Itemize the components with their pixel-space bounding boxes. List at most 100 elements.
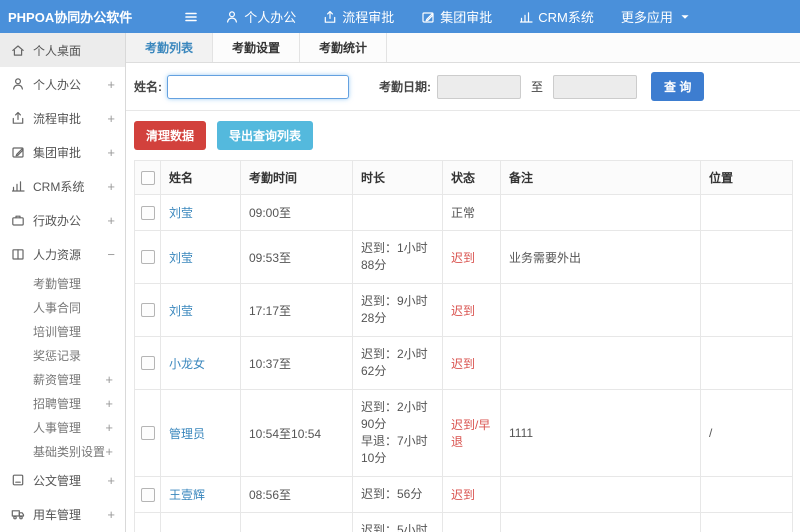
location-cell (700, 476, 793, 513)
export-list-button[interactable]: 导出查询列表 (217, 121, 314, 150)
expander-toggle[interactable]: − (107, 247, 115, 262)
sidebar-item-doc-mgmt[interactable]: 公文管理 + (0, 463, 125, 497)
expander-toggle[interactable]: + (105, 420, 113, 435)
sidebar-item-admin-office[interactable]: 行政办公 + (0, 203, 125, 237)
sidebar-subitem-label: 奖惩记录 (33, 348, 82, 363)
select-all-checkbox[interactable] (140, 170, 155, 185)
chart-icon (519, 10, 533, 24)
employee-name-link[interactable]: 管理员 (169, 427, 205, 441)
top-nav-crm-system[interactable]: CRM系统 (519, 7, 594, 26)
sidebar-item-label: 人力资源 (33, 247, 82, 262)
expander-toggle[interactable]: + (107, 473, 115, 488)
main-content: 考勤列表 考勤设置 考勤统计 姓名: 考勤日期: 至 查 询 清理数据 导出查询列表… (126, 33, 800, 532)
location-cell (700, 194, 793, 231)
expander-toggle[interactable]: + (105, 396, 113, 411)
sidebar-item-vehicle-mgmt[interactable]: 用车管理 + (0, 497, 125, 531)
edit-icon (10, 145, 25, 159)
column-header: 考勤时间 (240, 160, 353, 195)
top-nav-group-approval[interactable]: 集团审批 (421, 7, 492, 26)
expander-toggle[interactable]: + (107, 213, 115, 228)
page-layout: 个人桌面 个人办公 + 流程审批 + 集团审批 + CRM系统 + 行政办公 + 人力资源 − 考勤管理人… (0, 33, 800, 532)
table-row: 小龙女 10:37至 迟到：2小时62分 迟到 (134, 336, 793, 390)
remark-cell (500, 476, 701, 513)
sidebar-subitem-recruit-mgmt[interactable]: 招聘管理 + (0, 391, 125, 415)
clean-data-button[interactable]: 清理数据 (134, 121, 207, 150)
employee-name-link[interactable]: 刘莹 (169, 304, 193, 318)
attendance-time-cell: 10:37至 (240, 336, 353, 390)
duration-line: 迟到：1小时88分 (361, 241, 428, 272)
sidebar-item-personal-desktop[interactable]: 个人桌面 (0, 33, 125, 67)
row-checkbox[interactable] (140, 487, 155, 502)
top-nav-workflow-approval[interactable]: 流程审批 (323, 7, 394, 26)
row-checkbox[interactable] (140, 356, 155, 371)
date-to-input[interactable] (553, 74, 638, 99)
expander-toggle[interactable]: + (107, 77, 115, 92)
sidebar-subitem-salary-mgmt[interactable]: 薪资管理 + (0, 367, 125, 391)
top-nav-label: 流程审批 (342, 10, 395, 25)
sidebar-subitem-base-category-settings[interactable]: 基础类别设置 + (0, 439, 125, 463)
row-checkbox[interactable] (140, 303, 155, 318)
status-badge: 迟到 (451, 303, 476, 318)
duration-cell: 迟到：2小时90分 早退：7小时10分 (352, 389, 443, 477)
duration-line: 迟到：2小时90分 (361, 400, 428, 431)
to-label: 至 (531, 80, 544, 94)
employee-name-link[interactable]: 小龙女 (169, 357, 205, 371)
sidebar-item-label: 流程审批 (33, 111, 82, 126)
tab-attendance-list[interactable]: 考勤列表 (126, 33, 214, 62)
sidebar-item-label: 公文管理 (33, 473, 82, 488)
top-nav: 个人办公 流程审批 集团审批 CRM系统 更多应用 (198, 7, 692, 26)
column-header: 时长 (352, 160, 443, 195)
home-icon (10, 43, 25, 57)
sidebar-item-workflow-approval[interactable]: 流程审批 + (0, 101, 125, 135)
topbar: PHPOA协同办公软件 个人办公 流程审批 集团审批 CRM系统 更多应用 (0, 0, 800, 33)
share-icon (323, 10, 337, 24)
tab-attendance-settings[interactable]: 考勤设置 (213, 33, 301, 62)
date-from-input[interactable] (437, 74, 521, 99)
sidebar-subitem-training-mgmt[interactable]: 培训管理 (0, 319, 125, 343)
row-checkbox[interactable] (140, 250, 155, 265)
employee-name-link[interactable]: 王壹辉 (169, 488, 205, 502)
tab-bar: 考勤列表 考勤设置 考勤统计 (126, 33, 800, 63)
column-header: 位置 (700, 160, 793, 195)
sidebar-subitem-reward-punish-records[interactable]: 奖惩记录 (0, 343, 125, 367)
expander-toggle[interactable]: + (107, 179, 115, 194)
sidebar-item-group-approval[interactable]: 集团审批 + (0, 135, 125, 169)
attendance-time-cell: 09:53至 (240, 230, 353, 284)
row-checkbox[interactable] (140, 426, 155, 441)
expander-toggle[interactable]: + (107, 111, 115, 126)
sidebar-subitem-hr-contract[interactable]: 人事合同 (0, 295, 125, 319)
attendance-time-cell: 17:17至 (240, 283, 353, 337)
sidebar-item-crm-system[interactable]: CRM系统 + (0, 169, 125, 203)
location-cell (700, 283, 793, 337)
top-nav-more-apps[interactable]: 更多应用 (621, 7, 692, 26)
name-input[interactable] (167, 74, 349, 99)
remark-cell: 1111 (500, 389, 701, 477)
sidebar-subitem-attendance-mgmt[interactable]: 考勤管理 (0, 271, 125, 295)
status-badge: 迟到 (451, 356, 476, 371)
expander-toggle[interactable]: + (105, 372, 113, 387)
expander-toggle[interactable]: + (107, 507, 115, 522)
status-badge: 迟到 (451, 488, 476, 502)
user-icon (10, 77, 25, 91)
tab-attendance-stats[interactable]: 考勤统计 (300, 33, 388, 62)
sidebar-item-human-resources[interactable]: 人力资源 − (0, 237, 125, 271)
top-nav-personal-office[interactable]: 个人办公 (225, 7, 296, 26)
share-icon (10, 111, 25, 125)
sidebar-subitem-personnel-mgmt[interactable]: 人事管理 + (0, 415, 125, 439)
briefcase-icon (10, 213, 25, 227)
menu-toggle-icon[interactable] (184, 10, 198, 24)
expander-toggle[interactable]: + (105, 444, 113, 459)
attendance-time-cell: 09:00至 (240, 194, 353, 231)
query-button[interactable]: 查 询 (651, 72, 705, 101)
employee-name-link[interactable]: 刘莹 (169, 251, 193, 265)
remark-cell: 业务需要外出 (500, 230, 701, 284)
expander-toggle[interactable]: + (107, 145, 115, 160)
sidebar-subitem-label: 基础类别设置 (33, 444, 106, 459)
column-header: 备注 (500, 160, 701, 195)
employee-name-link[interactable]: 刘莹 (169, 206, 193, 220)
attendance-time-cell: 13:20至13:20 (240, 512, 353, 532)
table-row: 黄蓉13:20至13:20迟到：5小时33分早退：4小时67分迟到/早退/ (134, 512, 793, 532)
sidebar-item-personal-office[interactable]: 个人办公 + (0, 67, 125, 101)
row-checkbox[interactable] (140, 205, 155, 220)
user-icon (225, 10, 239, 24)
